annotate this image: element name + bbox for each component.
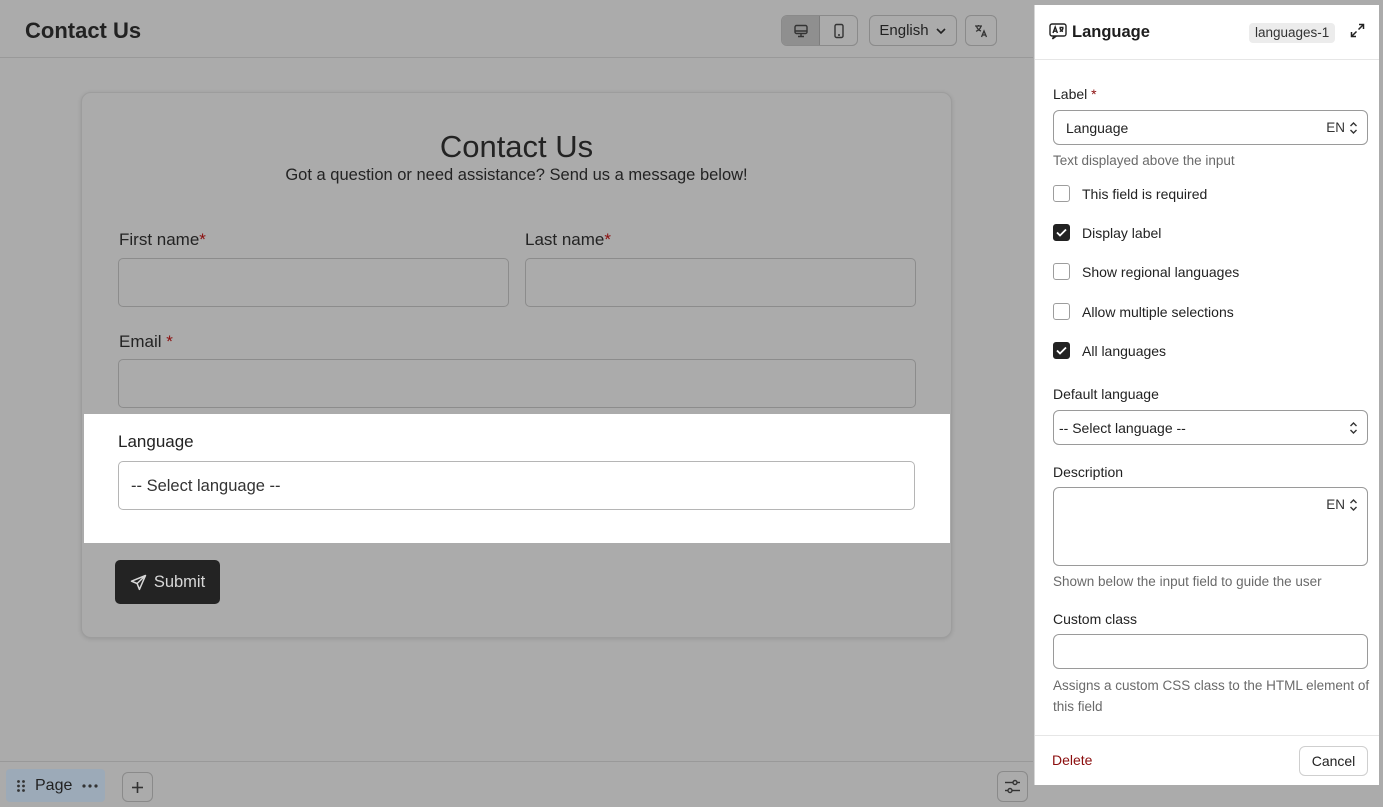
all-languages-checkbox[interactable]: [1053, 342, 1070, 359]
check-icon: [1056, 346, 1067, 355]
email-label: Email *: [119, 332, 173, 352]
form-heading: Contact Us: [439, 129, 594, 164]
custom-class-label: Custom class: [1053, 611, 1138, 627]
panel-header: Language languages-1: [1035, 5, 1379, 60]
delete-field-button[interactable]: Delete: [1052, 752, 1092, 768]
panel-footer: Delete Cancel: [1035, 735, 1379, 785]
language-select[interactable]: -- Select language --: [118, 461, 915, 510]
required-marker: *: [1091, 86, 1097, 102]
top-toolbar: Contact Us English: [0, 4, 1033, 58]
locale-select[interactable]: English: [869, 15, 957, 46]
chevron-up-down-icon: [1350, 422, 1357, 434]
drag-handle-icon[interactable]: [16, 779, 26, 793]
sliders-icon: [1005, 779, 1020, 794]
desktop-icon: [793, 24, 808, 37]
bottom-toolbar: Page: [0, 761, 1033, 807]
translate-button[interactable]: [965, 15, 997, 46]
description-label: Description: [1053, 464, 1124, 480]
cancel-button[interactable]: Cancel: [1299, 746, 1368, 776]
locale-select-value: English: [879, 22, 929, 39]
required-marker: *: [199, 230, 206, 249]
label-field-label-text: Label: [1053, 86, 1088, 102]
last-name-input[interactable]: [525, 258, 916, 307]
email-input[interactable]: [118, 359, 916, 408]
add-page-button[interactable]: [122, 772, 153, 802]
page-tab[interactable]: Page: [6, 769, 105, 802]
required-checkbox[interactable]: [1053, 185, 1070, 202]
chevron-down-icon: [936, 27, 946, 34]
label-help-text: Text displayed above the input: [1053, 153, 1235, 168]
required-checkbox-row[interactable]: This field is required: [1053, 185, 1207, 202]
plus-icon: [132, 781, 143, 793]
selected-language-field[interactable]: Language -- Select language --: [84, 414, 950, 543]
mobile-icon: [833, 23, 844, 38]
multiple-selections-checkbox[interactable]: [1053, 303, 1070, 320]
send-icon: [130, 574, 147, 590]
page-tab-label: Page: [35, 776, 73, 794]
multiple-selections-checkbox-row[interactable]: Allow multiple selections: [1053, 303, 1234, 320]
description-locale-select[interactable]: EN: [1326, 497, 1358, 512]
required-marker: *: [166, 332, 173, 351]
translate-icon: [975, 24, 988, 37]
display-label-checkbox[interactable]: [1053, 224, 1070, 241]
regional-languages-checkbox[interactable]: [1053, 263, 1070, 280]
panel-title: Language: [1072, 23, 1150, 41]
label-input-value: Language: [1066, 120, 1129, 136]
display-label-checkbox-label: Display label: [1082, 224, 1162, 241]
check-icon: [1056, 228, 1067, 237]
submit-button[interactable]: Submit: [115, 560, 220, 604]
contact-form-card: Contact Us Got a question or need assist…: [81, 92, 952, 638]
display-label-checkbox-row[interactable]: Display label: [1053, 224, 1161, 241]
custom-class-help-text: Assigns a custom CSS class to the HTML e…: [1053, 678, 1370, 714]
form-subheading: Got a question or need assistance? Send …: [285, 166, 748, 184]
field-settings-panel: Language languages-1 Label * Language EN…: [1034, 5, 1379, 785]
first-name-label-text: First name: [119, 230, 200, 249]
description-help-text: Shown below the input field to guide the…: [1053, 574, 1322, 589]
default-language-label: Default language: [1053, 386, 1159, 402]
form-builder-canvas: Contact Us English Contact Us Got a ques…: [0, 0, 1033, 807]
required-marker: *: [604, 230, 612, 249]
language-icon: [1049, 23, 1067, 40]
submit-button-label: Submit: [153, 572, 206, 591]
description-textarea[interactable]: EN: [1053, 487, 1368, 566]
custom-class-input[interactable]: [1053, 634, 1368, 669]
field-id-badge: languages-1: [1249, 23, 1336, 43]
description-locale-value: EN: [1326, 497, 1345, 512]
label-input[interactable]: Language EN: [1053, 110, 1368, 145]
regional-languages-checkbox-row[interactable]: Show regional languages: [1053, 263, 1239, 280]
default-language-chevron: [1349, 421, 1358, 435]
desktop-view-button[interactable]: [782, 16, 820, 45]
more-options-icon[interactable]: [81, 783, 99, 789]
chevron-up-down-icon: [1350, 121, 1357, 134]
mobile-view-button[interactable]: [820, 16, 857, 45]
all-languages-checkbox-row[interactable]: All languages: [1053, 342, 1166, 359]
form-settings-button[interactable]: [997, 771, 1028, 802]
first-name-label: First name*: [119, 230, 206, 250]
label-locale-select[interactable]: EN: [1326, 120, 1358, 135]
all-languages-checkbox-label: All languages: [1082, 342, 1167, 359]
expand-icon[interactable]: [1350, 23, 1365, 38]
label-field-label: Label *: [1053, 86, 1097, 102]
last-name-label: Last name*: [525, 230, 611, 250]
default-language-select[interactable]: -- Select language --: [1053, 410, 1368, 445]
default-language-value: -- Select language --: [1059, 420, 1186, 436]
required-checkbox-label: This field is required: [1082, 185, 1208, 202]
language-field-label: Language: [118, 432, 194, 451]
first-name-input[interactable]: [118, 258, 509, 307]
label-locale-value: EN: [1326, 120, 1345, 135]
chevron-up-down-icon: [1350, 498, 1357, 511]
multiple-selections-checkbox-label: Allow multiple selections: [1082, 303, 1234, 320]
panel-bottom-strip: [1033, 785, 1383, 807]
email-label-text: Email: [119, 332, 162, 351]
page-title: Contact Us: [25, 18, 142, 43]
last-name-label-text: Last name: [525, 230, 605, 249]
device-view-toggle: [781, 15, 858, 46]
regional-languages-checkbox-label: Show regional languages: [1082, 263, 1240, 280]
